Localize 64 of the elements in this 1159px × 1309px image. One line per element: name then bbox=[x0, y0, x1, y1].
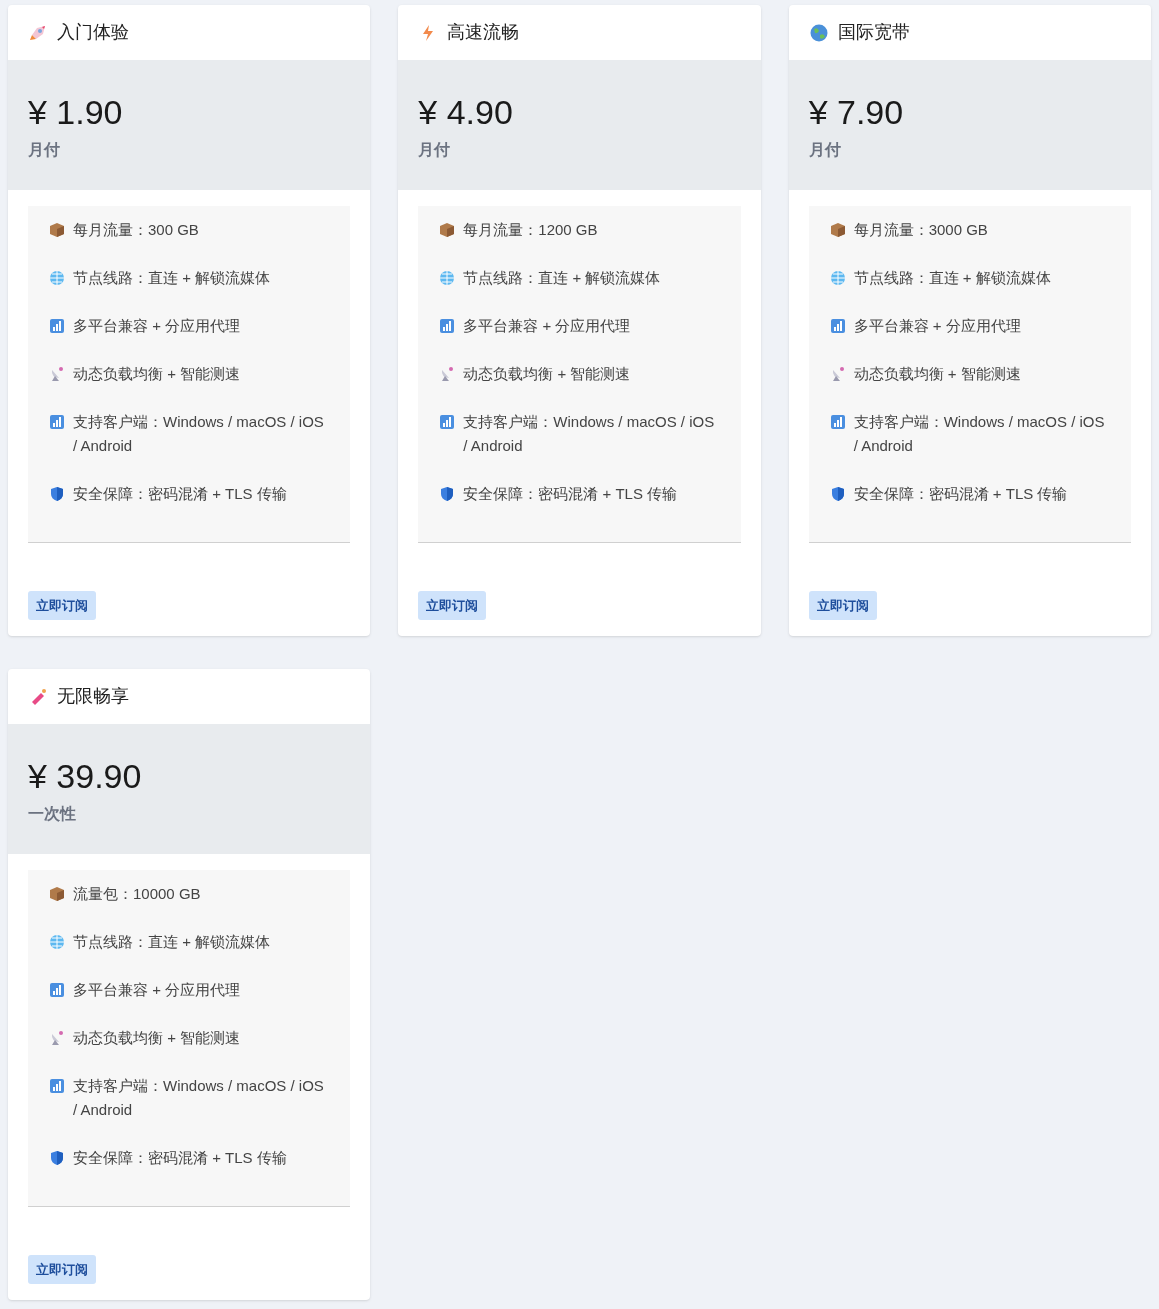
shield-icon bbox=[829, 486, 846, 502]
bar-chart-icon bbox=[829, 318, 846, 334]
globe-icon bbox=[49, 934, 65, 950]
subscribe-button[interactable]: 立即订阅 bbox=[808, 591, 877, 620]
feature-text: 支持客户端：Windows / macOS / iOS / Android bbox=[853, 412, 1106, 456]
price: ¥ 39.90 bbox=[28, 756, 143, 797]
feature-text: 支持客户端：Windows / macOS / iOS / Android bbox=[73, 412, 325, 456]
feature-text: 节点线路：直连 + 解锁流媒体 bbox=[73, 268, 271, 288]
feature-text: 安全保障：密码混淆 + TLS 传输 bbox=[73, 1148, 287, 1168]
bar-chart-icon bbox=[49, 1078, 65, 1094]
box-icon bbox=[829, 222, 846, 238]
billing-period: 月付 bbox=[418, 140, 452, 160]
feature-text: 多平台兼容 + 分应用代理 bbox=[853, 316, 1021, 336]
box-icon bbox=[439, 222, 456, 238]
subscribe-button[interactable]: 立即订阅 bbox=[28, 1255, 96, 1284]
feature-text: 多平台兼容 + 分应用代理 bbox=[463, 316, 631, 336]
globe-icon bbox=[49, 270, 65, 286]
plan-title: 无限畅享 bbox=[57, 685, 129, 708]
globe-icon bbox=[439, 270, 456, 286]
plan-title: 入门体验 bbox=[57, 21, 129, 44]
bar-chart-icon bbox=[829, 414, 846, 430]
bar-chart-icon bbox=[49, 318, 65, 334]
subscribe-button[interactable]: 立即订阅 bbox=[418, 591, 487, 620]
feature-text: 动态负载均衡 + 智能测速 bbox=[853, 364, 1021, 384]
feature-text: 安全保障：密码混淆 + TLS 传输 bbox=[853, 484, 1068, 504]
box-icon bbox=[49, 886, 65, 902]
feature-text: 安全保障：密码混淆 + TLS 传输 bbox=[463, 484, 678, 504]
bar-chart-icon bbox=[49, 982, 65, 998]
feature-text: 每月流量：3000 GB bbox=[853, 220, 988, 240]
feature-text: 多平台兼容 + 分应用代理 bbox=[73, 980, 241, 1000]
price: ¥ 4.90 bbox=[418, 92, 514, 133]
billing-period: 月付 bbox=[808, 140, 842, 160]
satellite-dish-icon bbox=[49, 366, 65, 382]
plan-title: 国际宽带 bbox=[837, 21, 910, 44]
feature-text: 流量包：10000 GB bbox=[73, 884, 201, 904]
plan-title: 高速流畅 bbox=[447, 21, 520, 44]
billing-period: 月付 bbox=[28, 140, 61, 160]
feature-text: 动态负载均衡 + 智能测速 bbox=[73, 1028, 241, 1048]
feature-text: 节点线路：直连 + 解锁流媒体 bbox=[853, 268, 1051, 288]
globe-icon bbox=[808, 22, 829, 43]
feature-text: 节点线路：直连 + 解锁流媒体 bbox=[463, 268, 661, 288]
subscribe-button[interactable]: 立即订阅 bbox=[28, 591, 96, 620]
feature-text: 支持客户端：Windows / macOS / iOS / Android bbox=[73, 1076, 325, 1120]
shield-icon bbox=[49, 1150, 65, 1166]
bar-chart-icon bbox=[49, 414, 65, 430]
feature-text: 安全保障：密码混淆 + TLS 传输 bbox=[73, 484, 287, 504]
satellite-dish-icon bbox=[49, 1030, 65, 1046]
feature-text: 动态负载均衡 + 智能测速 bbox=[463, 364, 631, 384]
shield-icon bbox=[49, 486, 65, 502]
feature-text: 节点线路：直连 + 解锁流媒体 bbox=[73, 932, 271, 952]
satellite-dish-icon bbox=[439, 366, 456, 382]
bar-chart-icon bbox=[439, 318, 456, 334]
globe-icon bbox=[829, 270, 846, 286]
box-icon bbox=[49, 222, 65, 238]
feature-text: 支持客户端：Windows / macOS / iOS / Android bbox=[463, 412, 716, 456]
feature-text: 动态负载均衡 + 智能测速 bbox=[73, 364, 241, 384]
feature-text: 多平台兼容 + 分应用代理 bbox=[73, 316, 241, 336]
feature-text: 每月流量：1200 GB bbox=[463, 220, 598, 240]
shield-icon bbox=[439, 486, 456, 502]
billing-period: 一次性 bbox=[28, 804, 77, 824]
bar-chart-icon bbox=[439, 414, 456, 430]
price: ¥ 1.90 bbox=[28, 92, 124, 133]
price: ¥ 7.90 bbox=[808, 92, 905, 133]
feature-text: 每月流量：300 GB bbox=[73, 220, 199, 240]
